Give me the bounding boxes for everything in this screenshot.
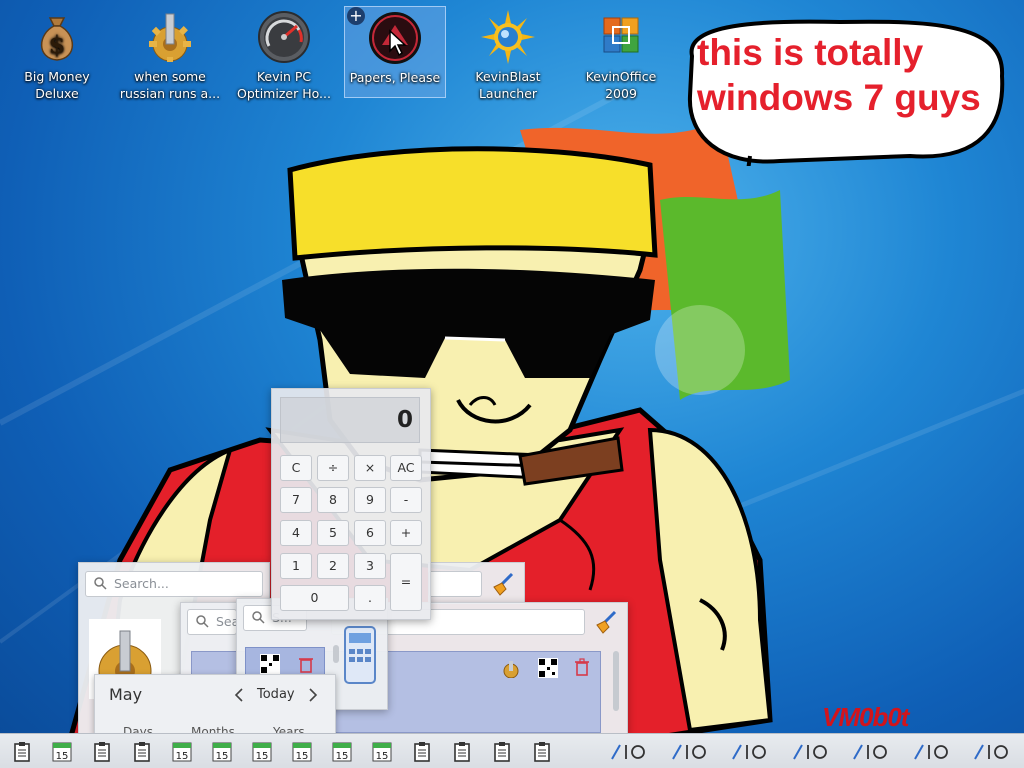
taskbar: 15 15 15 15 15 15 15 xyxy=(0,733,1024,768)
broom-icon[interactable] xyxy=(593,609,619,635)
broom-icon[interactable] xyxy=(490,571,516,597)
calendar-month-title: May xyxy=(109,685,143,704)
svg-text:15: 15 xyxy=(216,751,229,762)
taskbar-calendar-icon[interactable]: 15 xyxy=(290,739,314,763)
search-input[interactable]: Search... xyxy=(85,571,263,597)
taskbar-network-icon[interactable] xyxy=(911,739,955,763)
search-icon xyxy=(196,615,209,628)
calc-key-equals[interactable]: = xyxy=(390,553,422,611)
taskbar-calendar-icon[interactable]: 15 xyxy=(250,739,274,763)
calc-key-5[interactable]: 5 xyxy=(317,520,349,546)
calculator-display: 0 xyxy=(280,397,420,443)
svg-text:15: 15 xyxy=(176,751,189,762)
calc-key-2[interactable]: 2 xyxy=(317,553,349,579)
speech-bubble-line: this is totally xyxy=(697,32,924,73)
taskbar-clipboard-icon[interactable] xyxy=(90,739,114,763)
search-placeholder: Sea xyxy=(216,614,237,629)
calc-key-decimal[interactable]: . xyxy=(354,585,386,611)
search-input-2[interactable]: Sea xyxy=(187,609,237,635)
calc-key-4[interactable]: 4 xyxy=(280,520,312,546)
calc-key-6[interactable]: 6 xyxy=(354,520,386,546)
calc-key-9[interactable]: 9 xyxy=(354,487,386,513)
artist-signature: VM0b0t xyxy=(822,702,909,732)
qr-code-icon[interactable] xyxy=(538,658,558,678)
taskbar-network-icon[interactable] xyxy=(669,739,713,763)
taskbar-calendar-icon[interactable]: 15 xyxy=(50,739,74,763)
calc-key-divide[interactable]: ÷ xyxy=(317,455,349,481)
taskbar-clipboard-icon[interactable] xyxy=(530,739,554,763)
speech-bubble-text: this is totally windows 7 guys xyxy=(697,30,1007,120)
search-placeholder: Search... xyxy=(114,576,169,591)
taskbar-clipboard-icon[interactable] xyxy=(450,739,474,763)
calc-key-multiply[interactable]: × xyxy=(354,455,386,481)
calc-key-clear[interactable]: C xyxy=(280,455,312,481)
calc-key-8[interactable]: 8 xyxy=(317,487,349,513)
trash-icon[interactable] xyxy=(574,658,590,676)
taskbar-clipboard-icon[interactable] xyxy=(490,739,514,763)
taskbar-network-icon[interactable] xyxy=(790,739,834,763)
svg-text:15: 15 xyxy=(256,751,269,762)
chevron-right-icon[interactable] xyxy=(307,687,319,703)
speech-bubble-line: windows 7 guys xyxy=(697,77,981,118)
calc-key-0[interactable]: 0 xyxy=(280,585,349,611)
taskbar-calendar-icon[interactable]: 15 xyxy=(210,739,234,763)
qr-code-icon xyxy=(260,654,280,674)
taskbar-clipboard-icon[interactable] xyxy=(410,739,434,763)
calc-key-plus[interactable]: + xyxy=(390,520,422,546)
calc-key-1[interactable]: 1 xyxy=(280,553,312,579)
taskbar-network-icon[interactable] xyxy=(850,739,894,763)
calculator-widget: 0 C ÷ × AC 7 8 9 - 4 5 6 + 1 2 3 = 0 . xyxy=(271,388,431,620)
taskbar-calendar-icon[interactable]: 15 xyxy=(330,739,354,763)
taskbar-network-icon[interactable] xyxy=(971,739,1015,763)
taskbar-network-icon[interactable] xyxy=(608,739,652,763)
trash-icon[interactable] xyxy=(298,655,314,673)
calc-key-7[interactable]: 7 xyxy=(280,487,312,513)
calendar-today-button[interactable]: Today xyxy=(257,687,295,702)
calc-key-minus[interactable]: - xyxy=(390,487,422,513)
desktop-background: $ Big Money Deluxe when some russian run… xyxy=(0,0,1024,768)
taskbar-clipboard-icon[interactable] xyxy=(10,739,34,763)
taskbar-network-icon[interactable] xyxy=(729,739,773,763)
svg-text:15: 15 xyxy=(336,751,349,762)
scrollbar[interactable] xyxy=(333,645,339,663)
calc-key-3[interactable]: 3 xyxy=(354,553,386,579)
taskbar-calendar-icon[interactable]: 15 xyxy=(370,739,394,763)
chevron-left-icon[interactable] xyxy=(233,687,245,703)
search-input-ext[interactable] xyxy=(428,571,482,597)
svg-text:15: 15 xyxy=(56,751,69,762)
launcher-panel-right xyxy=(428,562,525,604)
scrollbar[interactable] xyxy=(613,651,619,711)
taskbar-calendar-icon[interactable]: 15 xyxy=(170,739,194,763)
search-icon xyxy=(94,577,107,590)
taskbar-clipboard-icon[interactable] xyxy=(130,739,154,763)
calculator-icon xyxy=(344,626,376,684)
gear-icon[interactable] xyxy=(500,660,522,678)
search-icon xyxy=(252,611,265,624)
calendar-popup: May Today Days Months Years xyxy=(94,674,336,739)
svg-text:15: 15 xyxy=(376,751,389,762)
calc-key-all-clear[interactable]: AC xyxy=(390,455,422,481)
svg-text:15: 15 xyxy=(296,751,309,762)
